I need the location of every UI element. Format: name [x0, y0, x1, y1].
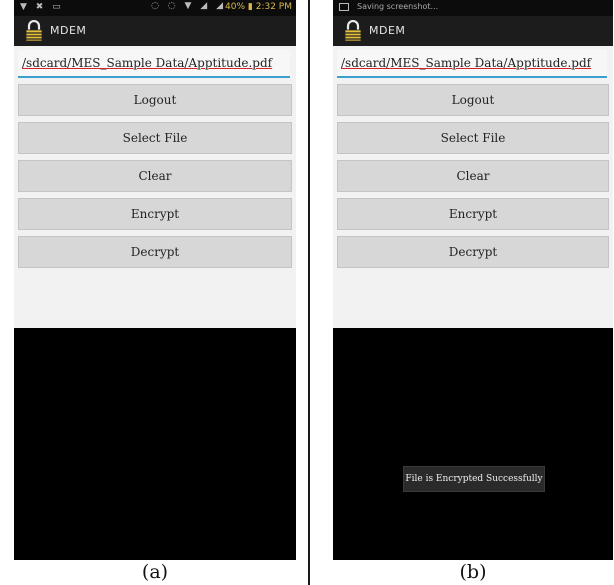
status-notice: Saving screenshot... — [357, 2, 439, 11]
system-icons: ◌ ◌ ▼ ◢ ◢ — [151, 1, 226, 11]
file-path-text: /sdcard/MES_Sample Data/Apptitude.pdf — [22, 56, 273, 70]
action-bar: MDEM — [333, 16, 613, 46]
app-content: /sdcard/MES_Sample Data/Apptitude.pdf Lo… — [333, 46, 613, 328]
select-file-button[interactable]: Select File — [18, 122, 292, 154]
status-bar: Saving screenshot... — [333, 0, 613, 16]
select-file-button[interactable]: Select File — [337, 122, 609, 154]
action-bar: MDEM — [14, 16, 296, 46]
battery-percent: 40% — [225, 2, 246, 12]
clear-button[interactable]: Clear — [18, 160, 292, 192]
encrypt-button[interactable]: Encrypt — [18, 198, 292, 230]
status-right: 40% ▮ 2:32 PM — [225, 2, 292, 12]
lock-icon — [343, 19, 363, 46]
decrypt-button[interactable]: Decrypt — [337, 236, 609, 268]
panel-divider — [308, 0, 310, 585]
logout-button[interactable]: Logout — [18, 84, 292, 116]
phone-screen-b: Saving screenshot... MDEM /sdcard/MES_Sa… — [333, 0, 613, 560]
app-title: MDEM — [50, 24, 87, 37]
lock-icon — [24, 19, 44, 46]
clear-button[interactable]: Clear — [337, 160, 609, 192]
logout-button[interactable]: Logout — [337, 84, 609, 116]
file-path-text: /sdcard/MES_Sample Data/Apptitude.pdf — [341, 56, 592, 70]
toast-message: File is Encrypted Successfully — [403, 466, 545, 492]
app-content: /sdcard/MES_Sample Data/Apptitude.pdf Lo… — [14, 46, 296, 328]
screenshot-icon — [339, 3, 349, 11]
caption-a: (a) — [141, 561, 169, 583]
file-path-field[interactable]: /sdcard/MES_Sample Data/Apptitude.pdf — [18, 50, 290, 78]
decrypt-button[interactable]: Decrypt — [18, 236, 292, 268]
file-path-field[interactable]: /sdcard/MES_Sample Data/Apptitude.pdf — [337, 50, 607, 78]
phone-screen-a: ▼ ✖ ▭ ◌ ◌ ▼ ◢ ◢ 40% ▮ 2:32 PM MDEM /sdca… — [14, 0, 296, 560]
clock: 2:32 PM — [255, 2, 292, 12]
status-bar: ▼ ✖ ▭ ◌ ◌ ▼ ◢ ◢ 40% ▮ 2:32 PM — [14, 0, 296, 16]
caption-b: (b) — [459, 561, 487, 583]
app-title: MDEM — [369, 24, 406, 37]
encrypt-button[interactable]: Encrypt — [337, 198, 609, 230]
notification-icons: ▼ ✖ ▭ — [20, 2, 64, 12]
battery-icon: ▮ — [247, 2, 253, 12]
